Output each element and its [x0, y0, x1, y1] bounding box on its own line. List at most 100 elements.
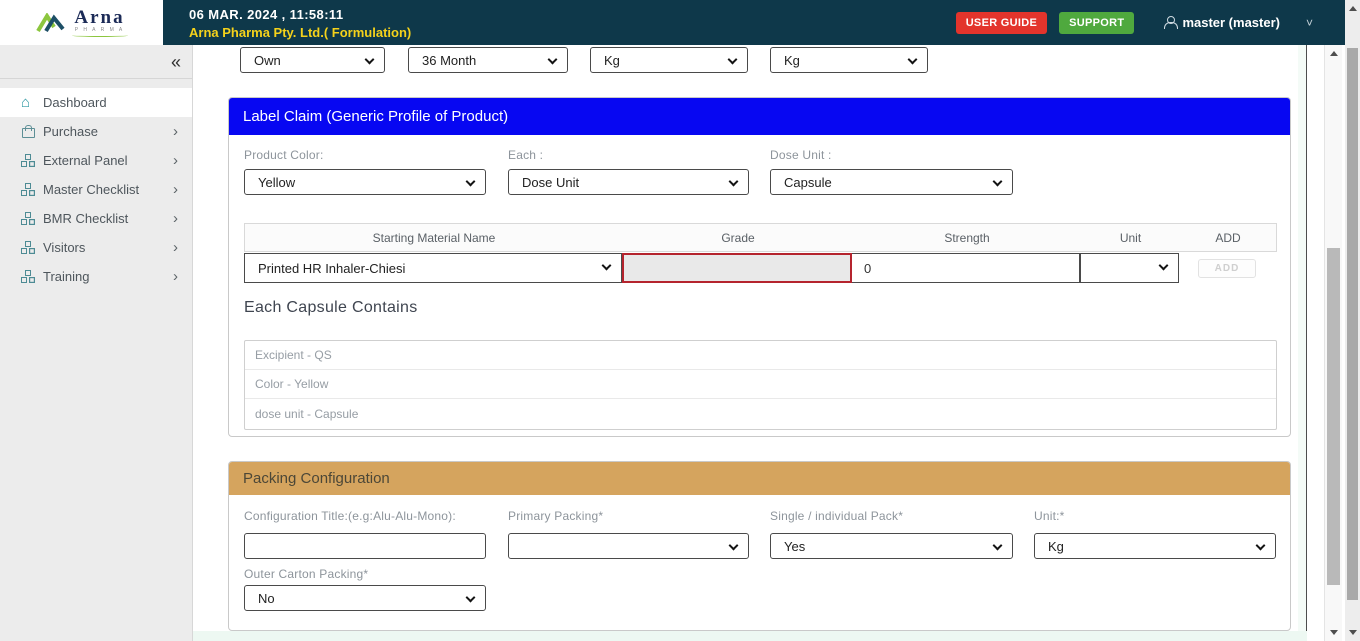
chevron-down-icon [466, 593, 476, 603]
table-row: Printed HR Inhaler-Chiesi ADD [244, 253, 1277, 283]
list-item: Color - Yellow [245, 370, 1276, 399]
each-label: Each : [508, 148, 543, 162]
col-grade: Grade [623, 231, 853, 245]
product-color-select[interactable]: Yellow [244, 169, 486, 195]
outer-carton-label: Outer Carton Packing* [244, 567, 368, 581]
product-color-label: Product Color: [244, 148, 324, 162]
support-button[interactable]: SUPPORT [1059, 12, 1134, 34]
dose-unit-label: Dose Unit : [770, 148, 832, 162]
sidebar-item-purchase[interactable]: Purchase › [0, 117, 192, 146]
sidebar-item-master-checklist[interactable]: Master Checklist › [0, 175, 192, 204]
logo-underline [72, 34, 128, 37]
col-add: ADD [1180, 231, 1276, 245]
chevron-down-icon [602, 261, 612, 271]
datetime-text: 06 MAR. 2024 , 11:58:11 [189, 7, 411, 22]
collapse-icon[interactable]: « [171, 53, 181, 71]
sidebar-item-dashboard[interactable]: ⌂ Dashboard [0, 88, 192, 117]
chevron-right-icon: › [173, 124, 178, 139]
company-name: Arna Pharma Pty. Ltd.( Formulation) [189, 25, 411, 40]
home-icon: ⌂ [21, 96, 34, 109]
sidebar-menu: ⌂ Dashboard Purchase › External Panel › … [0, 88, 192, 291]
grade-input[interactable] [622, 253, 852, 283]
chevron-right-icon: › [173, 269, 178, 284]
row-unit-select[interactable] [1080, 253, 1179, 283]
chevron-down-icon [729, 177, 739, 187]
chevron-down-icon [1159, 261, 1169, 271]
user-menu[interactable]: master (master) [1164, 15, 1280, 30]
scroll-up-icon[interactable] [1330, 51, 1338, 56]
main-content: Own 36 Month Kg Kg Label Claim (Generic … [193, 45, 1307, 641]
logo-mark-icon [36, 13, 66, 33]
chevron-right-icon: › [173, 240, 178, 255]
sidebar: « ⌂ Dashboard Purchase › External Panel … [0, 45, 193, 641]
sidebar-item-external-panel[interactable]: External Panel › [0, 146, 192, 175]
chevron-down-icon [993, 177, 1003, 187]
chevron-down-icon [548, 55, 558, 65]
packing-section: Packing Configuration Configuration Titl… [228, 461, 1291, 631]
single-pack-select[interactable]: Yes [770, 533, 1013, 559]
starting-material-select[interactable]: Printed HR Inhaler-Chiesi [244, 253, 622, 283]
label-claim-section: Label Claim (Generic Profile of Product)… [228, 97, 1291, 437]
chevron-down-icon [993, 541, 1003, 551]
bag-icon [21, 125, 34, 138]
unit-label: Unit:* [1034, 509, 1065, 523]
label-claim-section-title: Label Claim (Generic Profile of Product) [229, 98, 1290, 135]
chevron-right-icon: › [173, 182, 178, 197]
strength-input[interactable] [852, 253, 1080, 283]
person-icon [1164, 16, 1176, 29]
list-item: dose unit - Capsule [245, 399, 1276, 428]
app-logo[interactable]: Arna P H A R M A [0, 0, 163, 45]
sitemap-icon [21, 183, 34, 196]
unit-select-1[interactable]: Kg [590, 47, 748, 73]
inner-scrollbar[interactable] [1324, 45, 1342, 641]
ownership-select[interactable]: Own [240, 47, 385, 73]
configuration-title-label: Configuration Title:(e.g:Alu-Alu-Mono): [244, 509, 456, 523]
primary-packing-label: Primary Packing* [508, 509, 603, 523]
outer-carton-select[interactable]: No [244, 585, 486, 611]
unit-select-2[interactable]: Kg [770, 47, 928, 73]
browser-scrollbar-thumb[interactable] [1347, 48, 1358, 600]
chevron-down-icon [365, 55, 375, 65]
top-bar: 06 MAR. 2024 , 11:58:11 Arna Pharma Pty.… [0, 0, 1345, 45]
user-name: master (master) [1182, 15, 1280, 30]
packing-section-title: Packing Configuration [229, 462, 1290, 495]
chevron-right-icon: › [173, 211, 178, 226]
shelf-life-select[interactable]: 36 Month [408, 47, 568, 73]
chevron-down-icon [728, 55, 738, 65]
content-right-gutter [1298, 45, 1306, 641]
contains-heading: Each Capsule Contains [244, 299, 418, 317]
scroll-down-icon[interactable] [1330, 630, 1338, 635]
list-item: Excipient - QS [245, 341, 1276, 370]
col-unit: Unit [1081, 231, 1180, 245]
col-starting-material: Starting Material Name [245, 231, 623, 245]
sidebar-item-bmr-checklist[interactable]: BMR Checklist › [0, 204, 192, 233]
browser-scrollbar[interactable] [1345, 0, 1360, 641]
scroll-up-icon[interactable] [1349, 6, 1357, 11]
content-bottom-gutter [193, 631, 1307, 641]
sitemap-icon [21, 241, 34, 254]
inner-scrollbar-thumb[interactable] [1327, 248, 1340, 585]
user-guide-button[interactable]: USER GUIDE [956, 12, 1047, 34]
sidebar-item-training[interactable]: Training › [0, 262, 192, 291]
chevron-down-icon[interactable]: ˅ [1306, 16, 1313, 30]
dose-unit-select[interactable]: Capsule [770, 169, 1013, 195]
sidebar-item-visitors[interactable]: Visitors › [0, 233, 192, 262]
configuration-title-input[interactable] [244, 533, 486, 559]
sitemap-icon [21, 154, 34, 167]
sitemap-icon [21, 212, 34, 225]
col-strength: Strength [853, 231, 1081, 245]
chevron-down-icon [1256, 541, 1266, 551]
logo-subtext: P H A R M A [72, 28, 128, 33]
scroll-down-icon[interactable] [1349, 630, 1357, 635]
starting-material-table: Starting Material Name Grade Strength Un… [244, 223, 1277, 283]
single-pack-label: Single / individual Pack* [770, 509, 903, 523]
chevron-down-icon [466, 177, 476, 187]
logo-text: Arna [72, 8, 128, 27]
packing-unit-select[interactable]: Kg [1034, 533, 1276, 559]
add-button[interactable]: ADD [1198, 259, 1256, 278]
chevron-down-icon [908, 55, 918, 65]
sidebar-collapse[interactable]: « [0, 45, 192, 79]
each-select[interactable]: Dose Unit [508, 169, 749, 195]
table-header-row: Starting Material Name Grade Strength Un… [244, 223, 1277, 252]
primary-packing-select[interactable] [508, 533, 749, 559]
